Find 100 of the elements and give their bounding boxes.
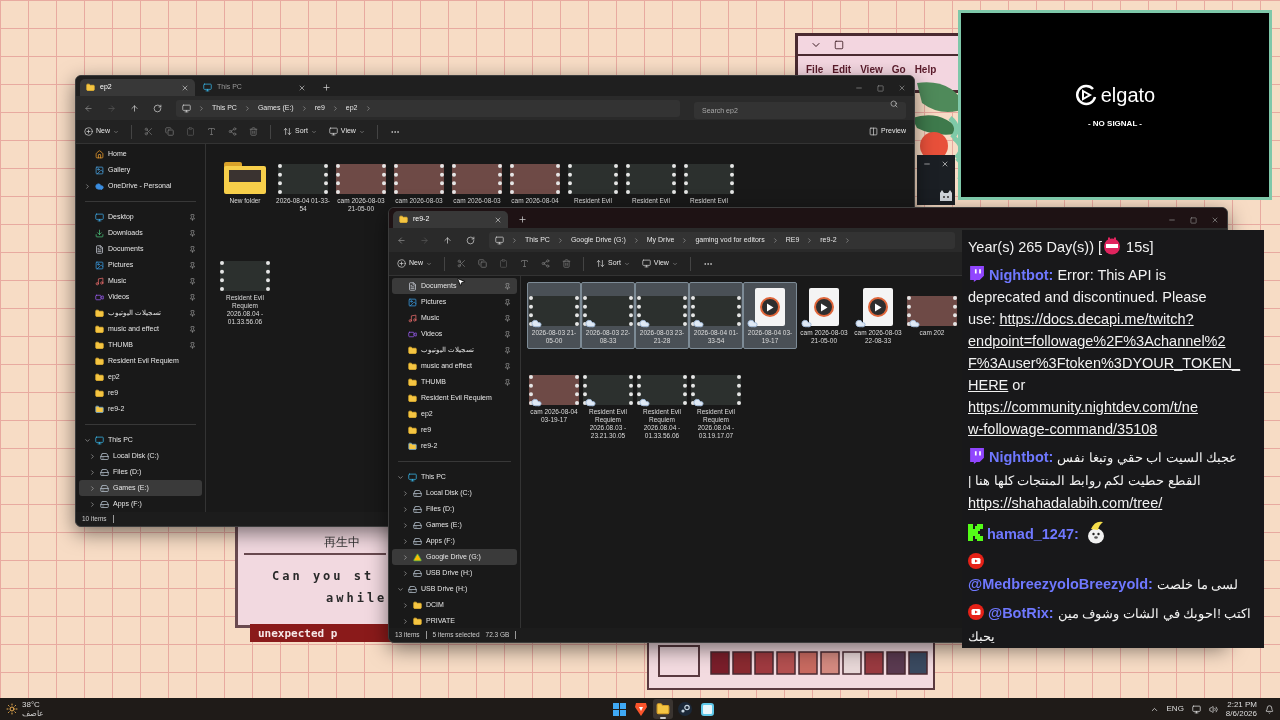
caret-icon	[426, 260, 432, 267]
video-icon	[95, 292, 104, 302]
maximize-icon	[877, 84, 884, 92]
chevron-right-icon	[511, 236, 518, 244]
chevron-right-icon	[198, 104, 205, 112]
folder-icon	[95, 356, 104, 366]
video-thumbnail	[637, 375, 687, 405]
picture-icon	[95, 260, 104, 270]
menu-item[interactable]: Help	[914, 62, 937, 77]
view-icon	[641, 259, 651, 268]
logo-text: elgato	[1100, 83, 1156, 108]
share-icon	[541, 259, 550, 268]
folder-icon	[95, 388, 104, 398]
dialog-text: awhile	[325, 590, 386, 607]
drive-icon	[413, 520, 422, 530]
folder-icon	[95, 308, 104, 318]
language-indicator[interactable]: ENG	[1166, 703, 1184, 715]
chat-message: Nightbot: Error: This API is deprecated and discontinued. Please use: https://docs.decapi.me/twitch? endpoint=followage%2F%3Achannel%2 F%3Auser%3Ftoken%3DYOUR_TOKEN_ HERE or https://community.nightdev.com/t/ne w-followage-command/35108	[968, 264, 1242, 439]
video-thumbnail	[510, 164, 560, 194]
computer-icon	[95, 435, 104, 445]
caret-icon	[113, 128, 119, 135]
square-icon	[834, 40, 844, 50]
copy-icon	[478, 259, 487, 268]
video-thumbnail	[529, 375, 579, 405]
kick-logo-icon	[968, 524, 983, 541]
chat-link[interactable]: https://shahadalabih.com/tree/	[968, 495, 1163, 511]
plus-icon	[84, 127, 93, 136]
close-icon	[298, 83, 306, 92]
menu-item[interactable]: View	[860, 62, 883, 77]
chat-link[interactable]: w-followage-command/35108	[968, 421, 1158, 437]
taskbar-app[interactable]	[675, 699, 695, 719]
chat-link[interactable]: F%3Auser%3Ftoken%3DYOUR_TOKEN_	[968, 355, 1241, 371]
clock-time[interactable]: 2:21 PM	[1227, 700, 1257, 709]
search-icon	[890, 100, 898, 108]
minimize-icon	[923, 160, 931, 168]
drive-icon	[413, 504, 422, 514]
caret-icon	[358, 128, 365, 135]
chevron-right-icon	[243, 104, 251, 112]
picture-icon	[408, 297, 417, 307]
folder-icon	[408, 425, 417, 435]
video-thumbnail	[220, 261, 270, 291]
up-icon	[130, 103, 139, 113]
chat-message: hamad_1247:	[968, 520, 1258, 545]
video-thumbnail	[583, 296, 633, 326]
media-file-icon	[809, 288, 839, 326]
minimize-icon	[1168, 216, 1176, 224]
minimize-icon	[855, 84, 863, 92]
menu-item[interactable]: Edit	[832, 62, 852, 77]
refresh-icon	[153, 103, 162, 113]
chat-message: Year(s) 265 Day(s)) [ 15s]	[968, 236, 1155, 257]
chat-link[interactable]: HERE	[968, 377, 1009, 393]
menu-item[interactable]: Go	[891, 62, 906, 77]
back-icon	[397, 235, 406, 245]
drive-icon	[100, 467, 109, 477]
drive-icon	[413, 536, 422, 546]
chat-link[interactable]: https://docs.decapi.me/twitch?	[999, 311, 1194, 327]
volume-icon	[1208, 704, 1218, 714]
steam-icon	[678, 702, 692, 716]
drive-icon	[413, 488, 422, 498]
chat-link[interactable]: https://community.nightdev.com/t/ne	[968, 399, 1198, 415]
dialog-title: 再生中	[324, 534, 361, 551]
monitor-icon	[95, 212, 104, 222]
folder-icon	[95, 340, 104, 350]
caret-icon	[310, 128, 317, 135]
calendar-emoji-icon	[1103, 237, 1122, 255]
image-icon	[95, 165, 104, 175]
folder-icon	[656, 702, 670, 716]
clock-date[interactable]: 8/6/2026	[1225, 709, 1257, 718]
computer-icon	[182, 103, 191, 113]
taskbar-app[interactable]	[653, 699, 673, 719]
drive-icon	[413, 568, 422, 578]
drive-icon	[408, 584, 417, 594]
close-icon	[181, 83, 189, 92]
download-icon	[95, 228, 104, 238]
cursor-icon	[456, 277, 466, 287]
weather-condition: عاصف	[22, 709, 44, 718]
chevron-right-icon	[843, 236, 851, 244]
cat-icon	[939, 190, 953, 202]
folder-icon	[408, 441, 417, 451]
media-file-icon	[755, 288, 785, 326]
notification-icon	[1265, 704, 1274, 714]
folder-icon	[408, 393, 417, 403]
paste-icon	[499, 259, 508, 268]
view-icon	[328, 127, 338, 136]
paste-icon	[186, 127, 195, 136]
document-icon	[95, 244, 104, 254]
video-thumbnail	[907, 296, 957, 326]
twitch-icon	[968, 265, 985, 282]
chevron-right-icon	[331, 104, 339, 112]
youtube-icon	[968, 553, 984, 569]
chat-link[interactable]: endpoint=followage%2F%3Achannel%2	[968, 333, 1226, 349]
caret-icon	[623, 260, 630, 267]
sort-icon	[596, 259, 605, 268]
document-icon	[408, 281, 417, 291]
folder-icon	[95, 372, 104, 382]
video-thumbnail	[336, 164, 386, 194]
close-icon	[1211, 216, 1219, 224]
menu-item[interactable]: File	[806, 62, 824, 77]
refresh-icon	[466, 235, 475, 245]
rename-icon	[520, 259, 529, 268]
